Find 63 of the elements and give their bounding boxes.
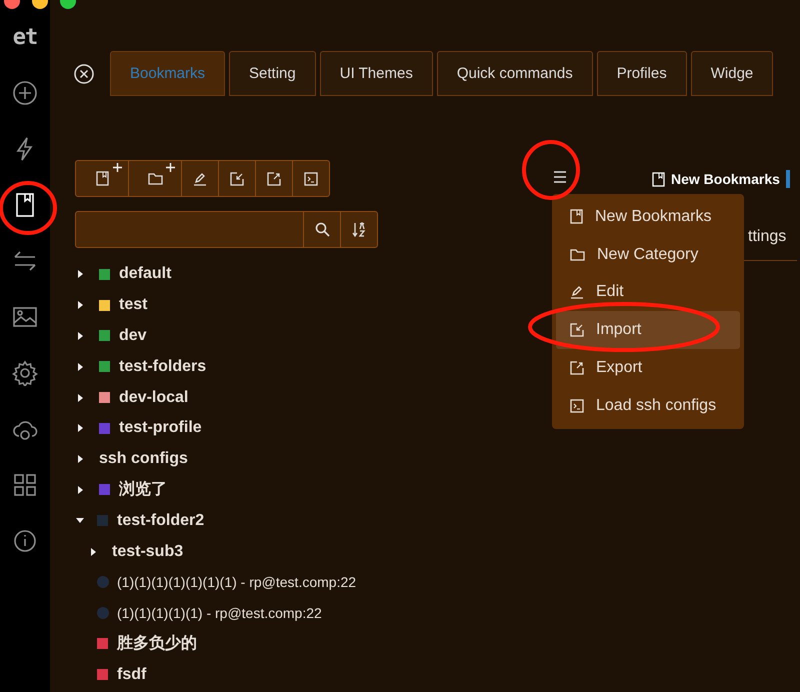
category-item[interactable]: fsdf xyxy=(117,666,146,684)
category-item[interactable]: test-folders xyxy=(119,358,206,376)
menu-icon[interactable] xyxy=(553,171,567,183)
sort-icon xyxy=(352,222,366,238)
gear-icon[interactable] xyxy=(12,360,38,386)
info-icon[interactable] xyxy=(12,528,38,554)
terminal-icon xyxy=(570,398,584,413)
tab[interactable]: Setting xyxy=(229,51,316,96)
category-item[interactable]: test-sub3 xyxy=(112,542,184,561)
search-icon xyxy=(314,222,330,237)
bookmark-item[interactable]: (1)(1)(1)(1)(1) - rp@test.comp:22 xyxy=(117,605,322,622)
pencil-icon xyxy=(193,172,207,186)
tab[interactable]: Widge xyxy=(690,51,774,96)
caret-icon[interactable] xyxy=(78,394,83,402)
menu-item[interactable]: New Bookmarks xyxy=(556,198,740,236)
image-icon[interactable] xyxy=(12,304,38,330)
export-icon xyxy=(267,172,281,186)
tab[interactable]: UI Themes xyxy=(320,51,433,96)
folder-icon xyxy=(570,248,585,261)
plus-icon xyxy=(113,163,122,172)
menu-item[interactable]: Export xyxy=(556,349,740,387)
terminal-icon xyxy=(304,172,318,186)
bookmark-item[interactable]: (1)(1)(1)(1)(1)(1)(1) - rp@test.comp:22 xyxy=(117,574,356,590)
folder-icon xyxy=(148,172,162,184)
plus-icon[interactable] xyxy=(12,80,38,106)
category-item[interactable]: 浏览了 xyxy=(119,479,167,500)
tab[interactable]: Profiles xyxy=(596,51,687,96)
highlight-ring xyxy=(520,138,582,202)
plus-icon xyxy=(166,163,175,172)
caret-icon[interactable] xyxy=(78,332,83,340)
caret-icon[interactable] xyxy=(78,486,83,494)
caret-icon[interactable] xyxy=(78,301,83,310)
caret-icon[interactable] xyxy=(78,362,83,371)
category-item[interactable]: dev xyxy=(119,326,147,345)
category-item[interactable]: default xyxy=(119,265,172,284)
import-icon xyxy=(230,172,244,186)
search-field[interactable] xyxy=(75,211,378,248)
import-icon xyxy=(570,323,584,338)
category-item[interactable]: ssh configs xyxy=(99,450,188,468)
caret-icon[interactable] xyxy=(78,424,83,432)
category-item[interactable]: 胜多负少的 xyxy=(117,633,197,654)
caret-icon[interactable] xyxy=(78,455,83,464)
panel-title: New Bookmarks xyxy=(671,171,780,187)
menu-item[interactable]: Load ssh configs xyxy=(556,386,740,425)
caret-icon[interactable] xyxy=(76,518,84,524)
caret-icon[interactable] xyxy=(91,548,96,556)
category-item[interactable]: test xyxy=(119,296,148,314)
tab[interactable]: Quick commands xyxy=(436,51,593,96)
bookmark-icon xyxy=(96,171,108,186)
close-icon[interactable] xyxy=(74,64,94,84)
bookmark-icon xyxy=(652,172,665,186)
pencil-icon xyxy=(570,285,584,300)
grid-icon[interactable] xyxy=(12,472,38,498)
category-item[interactable]: test-profile xyxy=(119,419,202,438)
menu-item[interactable]: New Category xyxy=(556,236,740,274)
export-icon xyxy=(570,361,584,376)
category-item[interactable]: dev-local xyxy=(119,388,188,407)
caret-icon[interactable] xyxy=(78,270,83,278)
menu-item[interactable]: Edit xyxy=(556,274,740,312)
bookmark-icon xyxy=(570,209,583,224)
category-item[interactable]: test-folder2 xyxy=(117,512,204,530)
app-logo: et xyxy=(12,25,38,50)
menu-item[interactable]: Import xyxy=(556,311,740,350)
